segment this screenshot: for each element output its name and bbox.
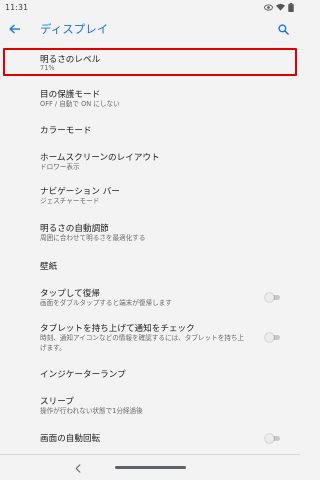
setting-title: 画面の自動回転 bbox=[40, 434, 101, 444]
arrow-left-icon bbox=[8, 24, 20, 34]
lift-to-check-toggle[interactable] bbox=[265, 333, 280, 342]
back-button[interactable] bbox=[0, 14, 28, 44]
setting-subtitle: 操作が行われない状態で1分経過後 bbox=[40, 407, 143, 415]
setting-title: 壁紙 bbox=[40, 262, 58, 272]
nav-back-button[interactable] bbox=[71, 461, 85, 475]
page-title: ディスプレイ bbox=[40, 22, 109, 36]
setting-sleep[interactable]: スリープ 操作が行われない状態で1分経過後 bbox=[0, 392, 300, 420]
setting-indicator-light[interactable]: インジケーターランプ bbox=[0, 364, 300, 384]
eye-icon bbox=[264, 3, 273, 11]
battery-icon bbox=[288, 2, 294, 12]
setting-navigation-bar[interactable]: ナビゲーション バー ジェスチャーモード bbox=[0, 182, 300, 210]
setting-subtitle: ジェスチャーモード bbox=[40, 197, 100, 205]
setting-subtitle: OFF / 自動で ON にしない bbox=[40, 100, 120, 108]
system-nav-bar bbox=[0, 455, 300, 480]
setting-lift-to-check[interactable]: タブレットを持ち上げて通知をチェック 時刻、通知アイコンなどの情報を確認するには… bbox=[0, 318, 300, 356]
search-icon bbox=[277, 23, 289, 35]
setting-tap-to-wake[interactable]: タップして復帰 画面をダブルタップすると端末が復帰します bbox=[0, 284, 300, 312]
setting-subtitle: 時刻、通知アイコンなどの情報を確認するには、タブレットを持ち上げます。 bbox=[40, 334, 245, 352]
toggle-thumb bbox=[265, 333, 274, 342]
setting-eye-protection-mode[interactable]: 目の保護モード OFF / 自動で ON にしない bbox=[0, 84, 300, 112]
status-bar: 11:31 bbox=[0, 0, 300, 14]
toggle-thumb bbox=[265, 293, 274, 302]
setting-subtitle: ドロワー表示 bbox=[40, 163, 80, 171]
chevron-left-icon bbox=[75, 463, 81, 473]
auto-rotate-toggle[interactable] bbox=[265, 434, 280, 443]
setting-home-screen-layout[interactable]: ホームスクリーンのレイアウト ドロワー表示 bbox=[0, 148, 300, 176]
setting-title: カラーモード bbox=[40, 126, 92, 136]
status-time: 11:31 bbox=[5, 2, 29, 12]
setting-auto-rotate[interactable]: 画面の自動回転 bbox=[0, 428, 300, 448]
highlight-box bbox=[3, 48, 297, 76]
app-bar: ディスプレイ bbox=[0, 14, 300, 44]
status-icons bbox=[264, 2, 294, 12]
wifi-icon bbox=[276, 3, 285, 11]
setting-color-mode[interactable]: カラーモード bbox=[0, 120, 300, 140]
tap-to-wake-toggle[interactable] bbox=[265, 293, 280, 302]
setting-wallpaper[interactable]: 壁紙 bbox=[0, 256, 300, 276]
toggle-thumb bbox=[265, 434, 274, 443]
setting-adaptive-brightness[interactable]: 明るさの自動調節 周囲に合わせて明るさを最適化する bbox=[0, 218, 300, 246]
search-button[interactable] bbox=[270, 14, 296, 44]
setting-subtitle: 周囲に合わせて明るさを最適化する bbox=[40, 234, 146, 242]
setting-subtitle: 画面をダブルタップすると端末が復帰します bbox=[40, 299, 172, 307]
setting-title: インジケーターランプ bbox=[40, 370, 126, 380]
home-pill[interactable] bbox=[115, 466, 186, 469]
